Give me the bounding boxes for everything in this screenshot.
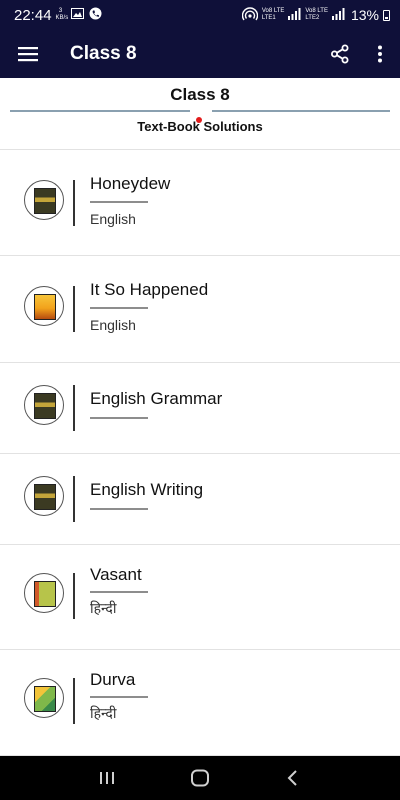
title-underline	[90, 201, 148, 203]
sim1-lte: Vo8 LTE LTE1	[262, 8, 285, 22]
list-item[interactable]: It So Happened English	[0, 256, 400, 363]
home-icon[interactable]	[180, 756, 220, 800]
share-icon[interactable]	[320, 30, 360, 78]
battery-percent: 13%	[350, 7, 379, 23]
separator	[73, 573, 75, 619]
separator	[73, 286, 75, 332]
title-underline	[90, 417, 148, 419]
divider-right	[212, 110, 390, 112]
book-cover-icon	[24, 678, 64, 718]
title-underline	[90, 307, 148, 309]
status-bar: 22:44 3 KB/s Vo8 LTE LTE1 Vo8 LTE LTE2 13%	[0, 0, 400, 30]
book-title: English Writing	[90, 480, 204, 499]
gallery-icon	[70, 8, 84, 22]
book-cover-icon	[24, 385, 64, 425]
book-cover-icon	[24, 286, 64, 326]
book-list: Honeydew English It So Happened English …	[0, 150, 400, 756]
book-cover-icon	[24, 573, 64, 613]
book-cover-icon	[24, 476, 64, 516]
sim1-volte-label: Vo8 LTE	[261, 8, 285, 14]
system-nav-bar	[0, 756, 400, 800]
sim1-lte-label: LTE1	[261, 15, 276, 21]
list-item[interactable]: English Writing	[0, 454, 400, 545]
more-vert-icon[interactable]	[360, 30, 400, 78]
list-item[interactable]: Durva हिन्दी	[0, 650, 400, 756]
divider-left	[10, 110, 190, 112]
hotspot-icon	[241, 6, 258, 24]
signal-1-icon	[287, 7, 301, 23]
phone-icon	[89, 7, 102, 23]
cover-art	[34, 581, 56, 607]
book-title: Honeydew	[90, 174, 171, 193]
sim2-volte-label: Vo8 LTE	[305, 8, 328, 14]
app-bar: Class 8	[0, 30, 400, 78]
book-language: हिन्दी	[90, 705, 117, 721]
app-title: Class 8	[70, 43, 137, 64]
list-item[interactable]: Vasant हिन्दी	[0, 545, 400, 650]
cover-art	[34, 294, 56, 320]
signal-2-icon	[331, 7, 345, 23]
status-time: 22:44	[14, 6, 52, 24]
class-heading: Class 8	[170, 85, 230, 104]
cover-art	[34, 188, 56, 214]
separator	[73, 476, 75, 522]
back-icon[interactable]	[273, 756, 313, 800]
list-item[interactable]: English Grammar	[0, 363, 400, 454]
book-title: Vasant	[90, 565, 142, 584]
book-title: English Grammar	[90, 389, 223, 408]
title-underline	[90, 696, 148, 698]
menu-icon[interactable]	[0, 30, 56, 78]
sim2-lte: Vo8 LTE LTE2	[305, 8, 328, 22]
sim2-lte-label: LTE2	[305, 15, 320, 21]
title-underline	[90, 508, 148, 510]
indicator-dot	[196, 117, 202, 123]
list-item[interactable]: Honeydew English	[0, 150, 400, 256]
book-language: English	[90, 211, 136, 227]
title-underline	[90, 591, 148, 593]
cover-art	[34, 686, 56, 712]
recents-icon[interactable]	[87, 756, 127, 800]
network-speed: 3 KB/s	[55, 8, 69, 22]
separator	[73, 678, 75, 724]
cover-art	[34, 393, 56, 419]
book-language: English	[90, 317, 136, 333]
separator	[73, 385, 75, 431]
section-header: Class 8 Text-Book Solutions	[0, 78, 400, 150]
network-speed-value: 3	[58, 8, 63, 14]
network-speed-unit: KB/s	[55, 15, 69, 21]
book-title: It So Happened	[90, 280, 209, 299]
battery-icon	[383, 9, 390, 21]
book-title: Durva	[90, 670, 136, 689]
book-language: हिन्दी	[90, 600, 117, 616]
book-cover-icon	[24, 180, 64, 220]
cover-art	[34, 484, 56, 510]
separator	[73, 180, 75, 226]
